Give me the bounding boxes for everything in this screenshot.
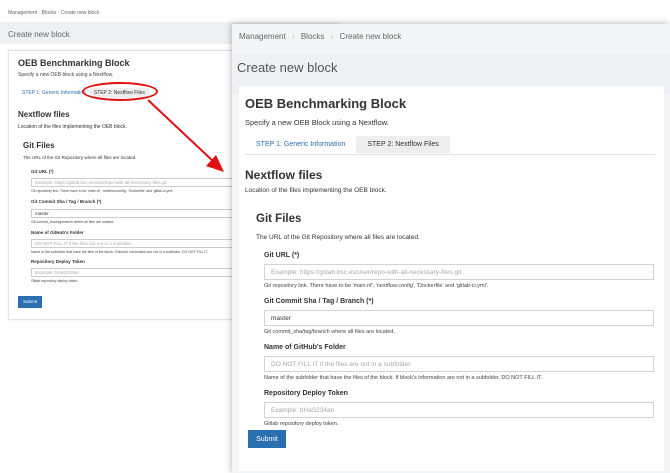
breadcrumb-item-management[interactable]: Management	[239, 32, 286, 41]
folder-label: Name of GitHub's Folder	[264, 344, 346, 351]
breadcrumb-separator: ›	[291, 32, 295, 41]
breadcrumb-item-current: Create new block	[339, 32, 402, 41]
git-files-title: Git Files	[256, 213, 302, 225]
arrow-line	[147, 99, 215, 163]
card-subtitle: Specify a new OEB Block using a Nextflow…	[245, 118, 389, 127]
commit-input[interactable]	[264, 310, 654, 326]
folder-help: Name of the subfolder that have the file…	[264, 375, 543, 381]
section-title: Nextflow files	[245, 168, 323, 182]
page-title: Create new block	[237, 60, 338, 75]
commit-help: Git commit_sha/tag/branch where all file…	[264, 329, 395, 335]
breadcrumb: Management › Blocks › Create new block	[239, 32, 401, 41]
section-subtitle: Location of the files implementing the O…	[245, 187, 387, 194]
commit-label: Git Commit Sha / Tag / Branch (*)	[264, 298, 374, 305]
card-title: OEB Benchmarking Block	[245, 96, 407, 111]
breadcrumb-separator: ›	[330, 32, 334, 41]
folder-input[interactable]	[264, 356, 654, 372]
git-url-label: Git URL (*)	[264, 252, 300, 259]
git-url-help: Git repository link. There have to be 'm…	[264, 283, 489, 289]
zoomed-screenshot: Management › Blocks › Create new block C…	[232, 24, 670, 473]
tab-step1-generic-info[interactable]: STEP 1: Generic Information	[245, 136, 356, 153]
tab-step2-nextflow-files[interactable]: STEP 2: Nextflow Files	[356, 136, 450, 153]
breadcrumb-item-blocks[interactable]: Blocks	[301, 32, 325, 41]
git-url-input[interactable]	[264, 264, 654, 280]
token-help: Gitlab repository deploy token.	[264, 421, 339, 427]
form-card: OEB Benchmarking Block Specify a new OEB…	[239, 86, 664, 471]
step-tabs: STEP 1: Generic Information STEP 2: Next…	[245, 136, 450, 153]
tabs-divider	[245, 154, 655, 155]
submit-button[interactable]: Submit	[248, 430, 286, 448]
token-input[interactable]	[264, 402, 654, 418]
token-label: Repository Deploy Token	[264, 390, 348, 397]
git-files-subtitle: The URL of the Git Repository where all …	[256, 234, 420, 241]
